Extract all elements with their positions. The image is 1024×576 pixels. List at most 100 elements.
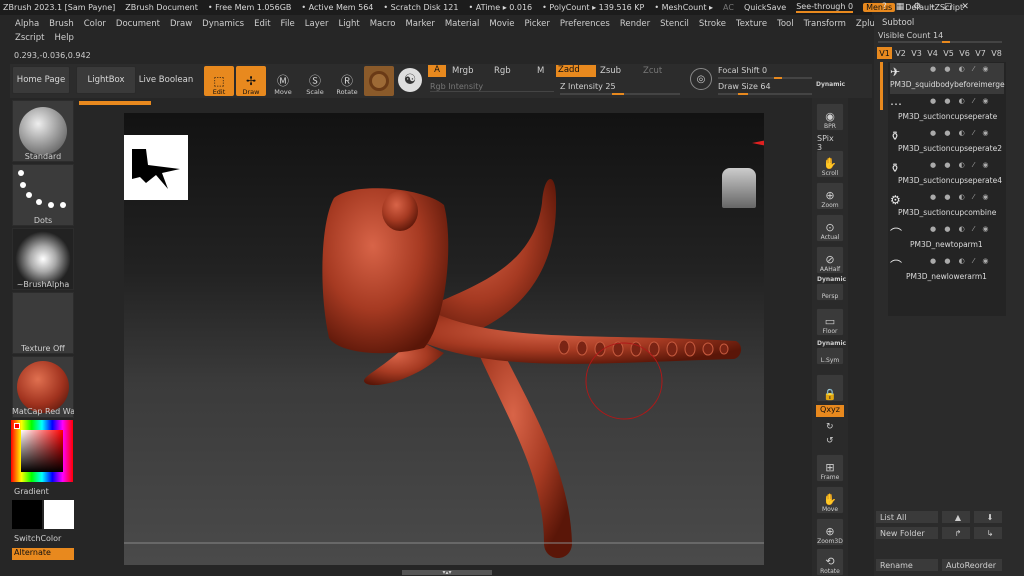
move-up-button[interactable]: ▲: [942, 511, 970, 523]
menu-document[interactable]: Document: [111, 19, 165, 29]
arrow-down-right-button[interactable]: ↳: [974, 527, 1002, 539]
autoreorder-button[interactable]: AutoReorder: [942, 559, 1002, 571]
floor-button[interactable]: ▭ Floor: [816, 308, 844, 336]
scale-button[interactable]: Ⓢ Scale: [300, 66, 330, 96]
subtool-title[interactable]: Subtool: [882, 18, 914, 28]
move-view-button[interactable]: ✋ Move: [816, 486, 844, 514]
secondary-color-swatch[interactable]: [12, 500, 42, 529]
actual-button[interactable]: ⊙ Actual: [816, 214, 844, 242]
menu-draw[interactable]: Draw: [165, 19, 197, 29]
scroll-button[interactable]: ✋ Scroll: [816, 150, 844, 178]
main-color-swatch[interactable]: [44, 500, 74, 529]
axis-gizmo[interactable]: [752, 133, 764, 173]
menu-movie[interactable]: Movie: [484, 19, 519, 29]
menu-texture[interactable]: Texture: [731, 19, 772, 29]
tab-v7[interactable]: V7: [973, 47, 988, 59]
camera-head-icon[interactable]: [722, 168, 756, 208]
material-swatch-button[interactable]: [364, 66, 394, 96]
mrgb-toggle[interactable]: Mrgb: [452, 66, 473, 76]
draw-button[interactable]: ✢ Draw: [236, 66, 266, 96]
zoom-button[interactable]: ⊕ Zoom: [816, 182, 844, 210]
menu-help[interactable]: Help: [50, 33, 79, 48]
lock-button[interactable]: 🔒: [816, 374, 844, 402]
document-canvas[interactable]: [124, 113, 764, 565]
subtool-item[interactable]: ⚙ ● ● ◐ ⁄ ◉ PM3D_suctioncupcombine: [890, 191, 1004, 222]
subtool-visibility-icons[interactable]: ● ● ◐ ⁄ ◉: [930, 97, 992, 105]
live-boolean-button[interactable]: Live Boolean: [138, 66, 194, 94]
see-through-slider[interactable]: See-through 0: [796, 2, 854, 13]
lsym-button[interactable]: L.Sym: [816, 347, 844, 365]
menu-render[interactable]: Render: [615, 19, 655, 29]
tab-v8[interactable]: V8: [989, 47, 1004, 59]
subtool-visibility-icons[interactable]: ● ● ◐ ⁄ ◉: [930, 225, 992, 233]
menu-brush[interactable]: Brush: [44, 19, 79, 29]
menu-light[interactable]: Light: [333, 19, 364, 29]
gradient-label[interactable]: Gradient: [14, 487, 49, 496]
help-icon[interactable]: ?: [882, 2, 896, 12]
bottom-tray-handle[interactable]: ▾▴▾: [402, 570, 492, 576]
zsub-toggle[interactable]: Zsub: [600, 66, 621, 76]
menu-transform[interactable]: Transform: [799, 19, 851, 29]
menu-stencil[interactable]: Stencil: [655, 19, 694, 29]
home-page-button[interactable]: Home Page: [12, 66, 70, 94]
menu-preferences[interactable]: Preferences: [555, 19, 615, 29]
zadd-toggle[interactable]: Zadd: [556, 65, 596, 77]
z-intensity-slider[interactable]: Z Intensity 25: [560, 82, 680, 95]
tab-v3[interactable]: V3: [909, 47, 924, 59]
minimize-icon[interactable]: –: [930, 2, 944, 12]
dynamic-lsym-label[interactable]: Dynamic: [817, 340, 846, 347]
menu-layer[interactable]: Layer: [300, 19, 334, 29]
close-icon[interactable]: ✕: [961, 2, 978, 12]
subtool-item[interactable]: ⋯ ● ● ◐ ⁄ ◉ PM3D_suctioncupseperate: [890, 95, 1004, 126]
menu-material[interactable]: Material: [440, 19, 485, 29]
subtool-visibility-icons[interactable]: ● ● ◐ ⁄ ◉: [930, 65, 992, 73]
subtool-item[interactable]: ✈ ● ● ◐ ⁄ ◉ PM3D_squidbodybeforeimerge: [890, 63, 1005, 94]
bpr-button[interactable]: ◉ BPR: [816, 103, 844, 131]
menu-edit[interactable]: Edit: [249, 19, 275, 29]
color-picker[interactable]: [11, 420, 73, 482]
frame-button[interactable]: ⊞ Frame: [816, 454, 844, 482]
menu-file[interactable]: File: [276, 19, 300, 29]
subtool-visibility-icons[interactable]: ● ● ◐ ⁄ ◉: [930, 161, 992, 169]
m-toggle[interactable]: M: [537, 66, 544, 76]
menu-stroke[interactable]: Stroke: [694, 19, 731, 29]
aahalf-button[interactable]: ⊘ AAHalf: [816, 246, 844, 274]
rename-button[interactable]: Rename: [876, 559, 938, 571]
subtool-item[interactable]: ⚱ ● ● ◐ ⁄ ◉ PM3D_suctioncupseperate4: [890, 159, 1004, 190]
rotate-axis-icon[interactable]: ↻: [826, 422, 834, 432]
subtool-item[interactable]: ⌒ ● ● ◐ ⁄ ◉ PM3D_newtoparm1: [890, 223, 1004, 254]
quicksave-button[interactable]: QuickSave: [744, 3, 786, 12]
menu-color[interactable]: Color: [79, 19, 111, 29]
move-button[interactable]: Ⓜ Move: [268, 66, 298, 96]
rotate-button[interactable]: Ⓡ Rotate: [332, 66, 362, 96]
persp-button[interactable]: Persp: [816, 283, 844, 301]
menu-marker[interactable]: Marker: [400, 19, 439, 29]
menu-tool[interactable]: Tool: [772, 19, 799, 29]
a-toggle[interactable]: A: [428, 65, 446, 77]
tab-v5[interactable]: V5: [941, 47, 956, 59]
focal-shift-slider[interactable]: Focal Shift 0: [718, 66, 812, 79]
stroke-icon[interactable]: ◎: [690, 68, 712, 90]
menu-macro[interactable]: Macro: [365, 19, 401, 29]
qxyz-button[interactable]: Qxyz: [816, 405, 844, 417]
tab-v1[interactable]: V1: [877, 47, 892, 59]
subtool-item[interactable]: ⌒ ● ● ◐ ⁄ ◉ PM3D_newlowerarm1: [890, 255, 1004, 286]
menu-zscript[interactable]: Zscript: [10, 33, 50, 48]
new-folder-button[interactable]: New Folder: [876, 527, 938, 539]
tab-v6[interactable]: V6: [957, 47, 972, 59]
dynamic-toggle[interactable]: Dynamic: [816, 81, 845, 88]
tab-v2[interactable]: V2: [893, 47, 908, 59]
rgb-intensity-slider[interactable]: Rgb Intensity: [430, 82, 554, 92]
tab-v4[interactable]: V4: [925, 47, 940, 59]
subtool-visibility-icons[interactable]: ● ● ◐ ⁄ ◉: [930, 129, 992, 137]
switch-color-button[interactable]: SwitchColor: [14, 534, 61, 543]
menu-dynamics[interactable]: Dynamics: [197, 19, 249, 29]
layout-icon[interactable]: ▦: [896, 2, 914, 12]
zoom3d-button[interactable]: ⊕ Zoom3D: [816, 518, 844, 546]
draw-size-slider[interactable]: Draw Size 64: [718, 82, 812, 95]
visible-count-slider[interactable]: Visible Count 14: [878, 31, 1002, 43]
dynamic-persp-label[interactable]: Dynamic: [817, 276, 846, 283]
list-all-button[interactable]: List All: [876, 511, 938, 523]
color-picker-button[interactable]: ☯: [398, 68, 422, 92]
rotate-view-button[interactable]: ⟲ Rotate: [816, 548, 844, 576]
